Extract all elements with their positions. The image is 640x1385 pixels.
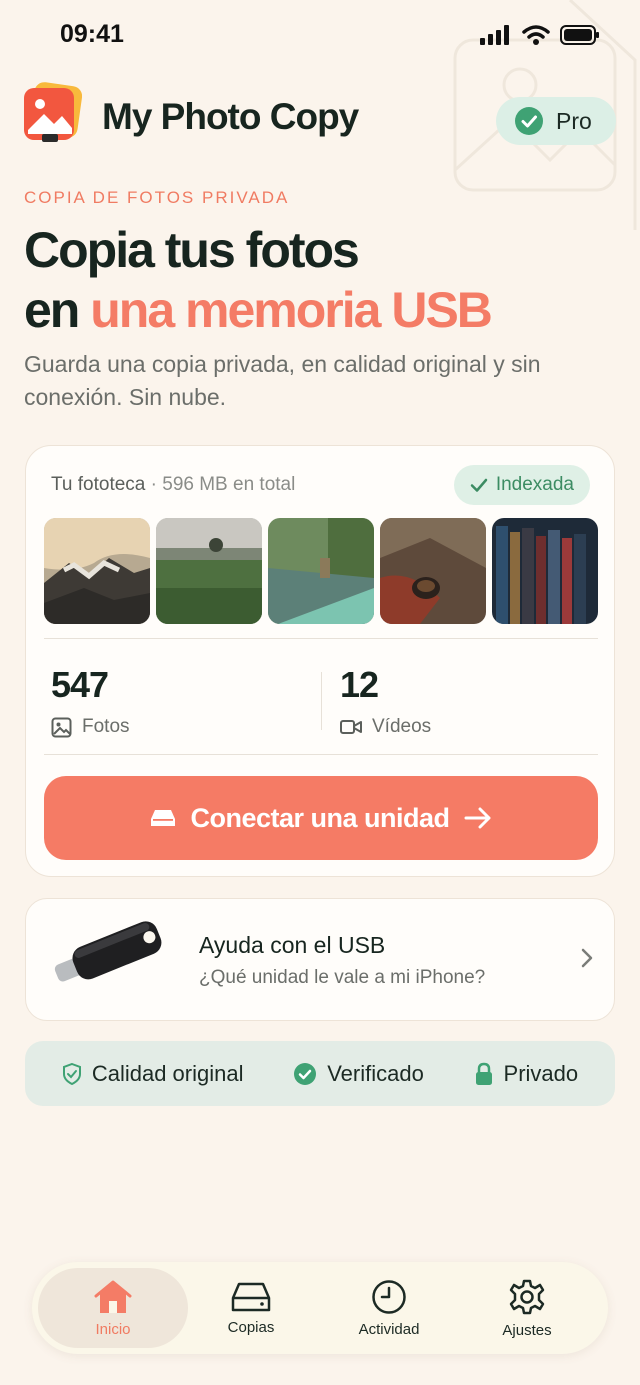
image-icon bbox=[51, 717, 72, 737]
thumbnail-coffee[interactable] bbox=[380, 518, 486, 624]
trust-item-verified: Verificado bbox=[293, 1061, 424, 1087]
check-circle-icon bbox=[515, 107, 543, 135]
thumbnail-books[interactable] bbox=[492, 518, 598, 624]
lock-icon bbox=[475, 1062, 492, 1085]
thumbnail-meadow[interactable] bbox=[156, 518, 262, 624]
trust-label: Privado bbox=[503, 1060, 579, 1086]
video-camera-icon bbox=[340, 720, 362, 734]
shield-check-icon bbox=[62, 1062, 81, 1085]
indexed-badge: Indexada bbox=[453, 465, 590, 505]
app-title: My Photo Copy bbox=[102, 96, 359, 137]
photos-count: 547 bbox=[51, 664, 109, 705]
trust-strip: Calidad original Verificado Privado bbox=[25, 1041, 615, 1106]
tab-label: Ajustes bbox=[502, 1321, 552, 1339]
tab-label: Actividad bbox=[358, 1320, 420, 1338]
pro-label: Pro bbox=[556, 107, 592, 134]
hero-title: Copia tus fotos en una memoria USB bbox=[24, 220, 624, 340]
status-icons bbox=[480, 24, 600, 46]
hero-title-prefix: en bbox=[24, 282, 91, 338]
arrow-right-icon bbox=[464, 807, 491, 829]
help-subtitle: ¿Qué unidad le vale a mi iPhone? bbox=[199, 967, 486, 988]
usb-drive-icon bbox=[54, 921, 162, 982]
thumbnail-mountain[interactable] bbox=[44, 518, 150, 624]
drive-icon bbox=[151, 810, 176, 826]
signal-icon bbox=[480, 25, 509, 45]
tab-inicio[interactable]: Inicio bbox=[38, 1268, 188, 1348]
tab-bar: Inicio Copias Actividad Ajustes bbox=[32, 1262, 608, 1354]
pro-badge[interactable]: Pro bbox=[496, 97, 616, 145]
photos-label: Fotos bbox=[82, 716, 130, 737]
chevron-right-icon bbox=[581, 948, 593, 968]
videos-stat: 12 Vídeos bbox=[340, 664, 431, 738]
library-label: Tu fototeca bbox=[51, 474, 146, 495]
hero-title-line2: en una memoria USB bbox=[24, 280, 624, 340]
photos-stat: 547 Fotos bbox=[51, 664, 130, 738]
hero-subtitle: Guarda una copia privada, en calidad ori… bbox=[24, 351, 541, 410]
battery-icon bbox=[560, 25, 599, 45]
connect-drive-label: Conectar una unidad bbox=[190, 802, 450, 833]
tab-label: Copias bbox=[227, 1318, 275, 1336]
tab-ajustes[interactable]: Ajustes bbox=[452, 1268, 602, 1348]
hero-title-accent: una memoria USB bbox=[90, 282, 493, 338]
trust-label: Verificado bbox=[327, 1060, 424, 1086]
library-size: 596 MB en total bbox=[162, 474, 296, 495]
home-icon bbox=[94, 1280, 132, 1313]
gear-icon bbox=[509, 1279, 545, 1314]
videos-label: Vídeos bbox=[372, 716, 432, 737]
app-header: My Photo Copy Pro bbox=[22, 82, 618, 162]
thumbnail-river[interactable] bbox=[268, 518, 374, 624]
usb-help-card[interactable]: Ayuda con el USB ¿Qué unidad le vale a m… bbox=[25, 898, 615, 1021]
hero-title-line1: Copia tus fotos bbox=[24, 222, 360, 278]
tab-label: Inicio bbox=[95, 1320, 131, 1338]
check-icon bbox=[470, 478, 488, 492]
hero-eyebrow: COPIA DE FOTOS PRIVADA bbox=[24, 188, 290, 207]
divider bbox=[44, 754, 598, 755]
photos-stat-label: Fotos bbox=[51, 716, 130, 738]
videos-count: 12 bbox=[340, 664, 379, 705]
connect-drive-button[interactable]: Conectar una unidad bbox=[44, 776, 598, 860]
drive-icon bbox=[231, 1282, 271, 1311]
tab-actividad[interactable]: Actividad bbox=[314, 1268, 464, 1348]
trust-item-private: Privado bbox=[474, 1060, 579, 1087]
clock-icon bbox=[372, 1279, 406, 1314]
videos-stat-label: Vídeos bbox=[340, 716, 431, 738]
divider bbox=[44, 638, 598, 639]
wifi-icon bbox=[522, 25, 550, 45]
tab-copias[interactable]: Copias bbox=[176, 1268, 326, 1348]
app-logo-icon bbox=[24, 82, 82, 142]
check-circle-icon bbox=[294, 1062, 317, 1085]
library-card: Tu fototeca · 596 MB en total Indexada 5… bbox=[25, 445, 615, 877]
indexed-label: Indexada bbox=[495, 474, 574, 495]
status-bar: 09:41 bbox=[0, 0, 640, 72]
stats-separator bbox=[321, 672, 322, 730]
library-separator: · bbox=[145, 474, 163, 495]
help-title: Ayuda con el USB bbox=[199, 932, 386, 958]
trust-label: Calidad original bbox=[91, 1060, 244, 1086]
status-time: 09:41 bbox=[60, 20, 124, 48]
photo-thumbnails bbox=[44, 518, 598, 624]
trust-item-quality: Calidad original bbox=[62, 1061, 244, 1087]
library-summary: Tu fototeca · 596 MB en total bbox=[51, 474, 295, 496]
